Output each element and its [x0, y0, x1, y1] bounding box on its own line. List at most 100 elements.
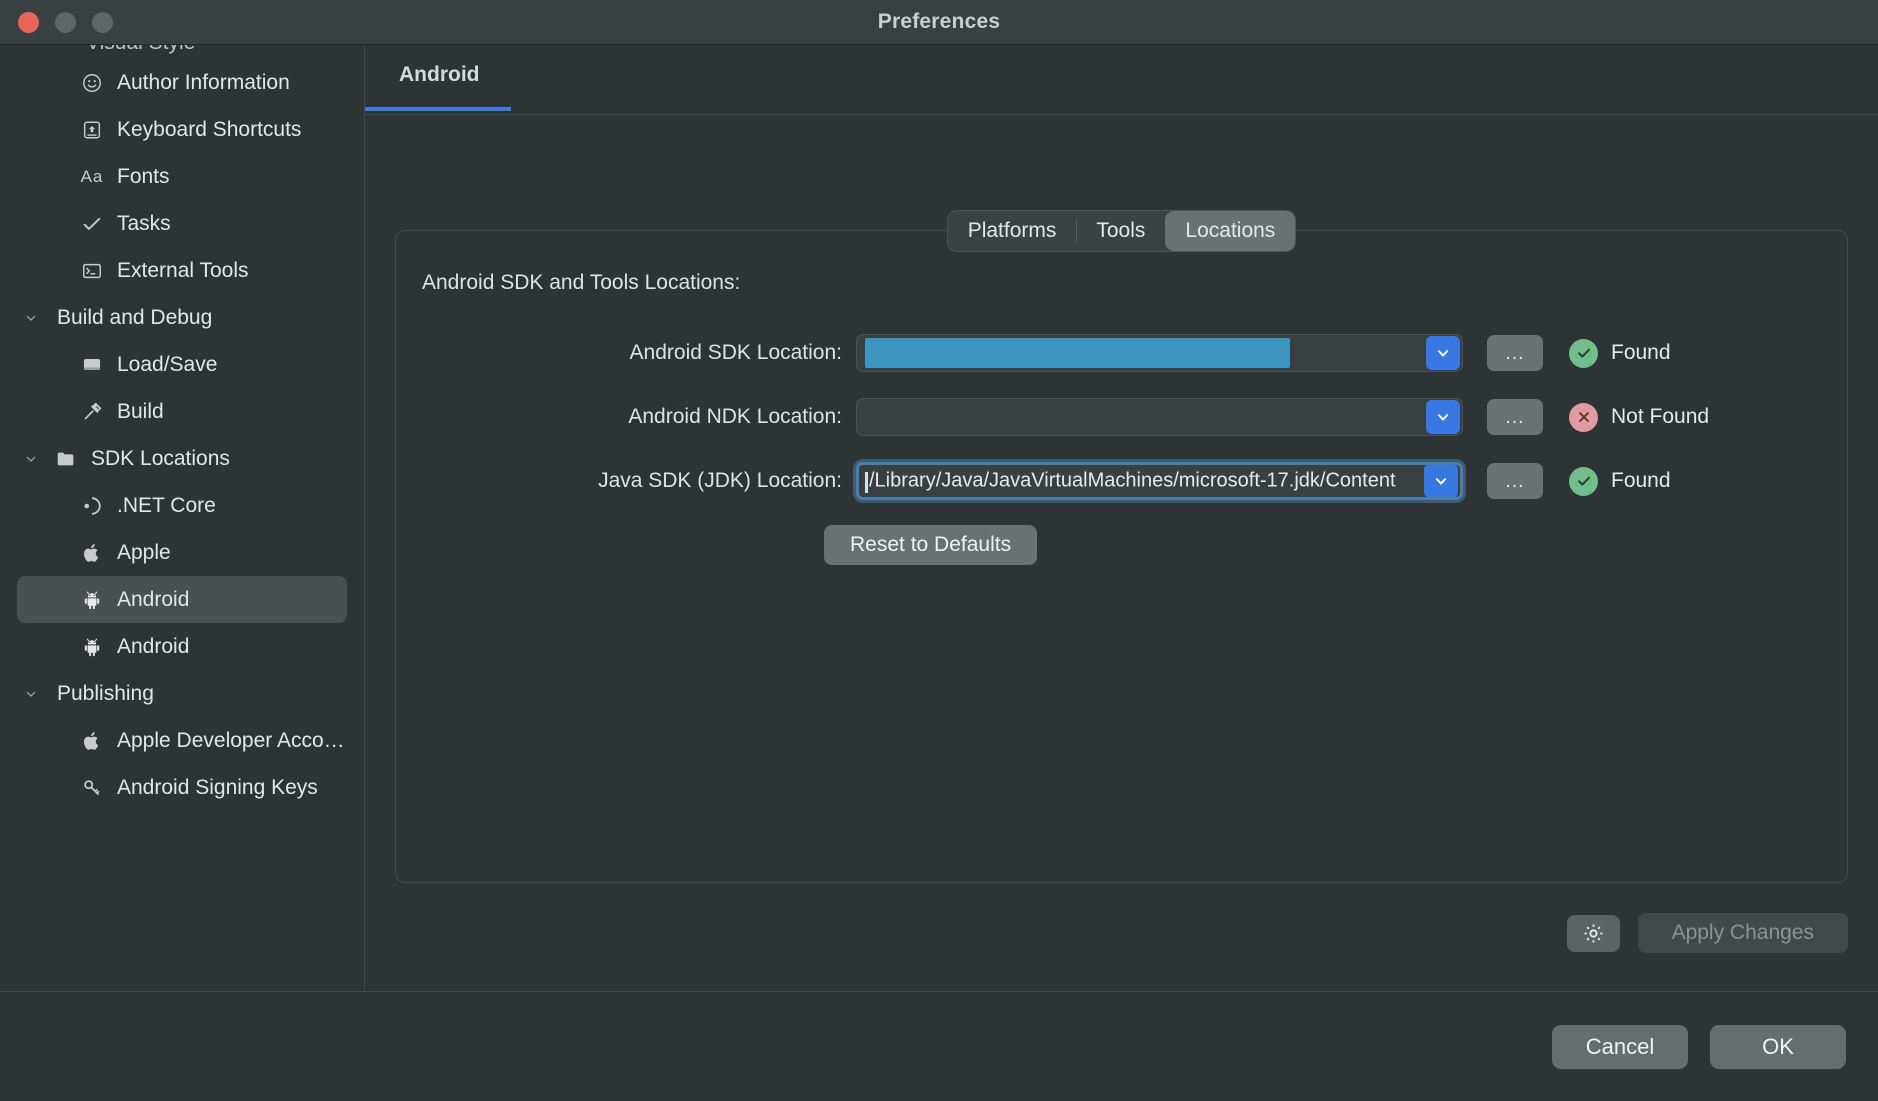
apply-changes-button[interactable]: Apply Changes — [1638, 913, 1848, 953]
sidebar-item-label: SDK Locations — [91, 447, 230, 471]
location-combobox[interactable]: /Library/Java/JavaVirtualMachines/micros… — [856, 462, 1463, 500]
titlebar: Preferences — [0, 0, 1878, 45]
keyboard-icon — [75, 119, 109, 141]
sidebar-item-label: Apple Developer Acco… — [117, 729, 345, 753]
chevron-down-icon[interactable] — [1424, 464, 1458, 498]
sidebar-item-fonts[interactable]: AaFonts — [17, 153, 347, 200]
sidebar-item-build[interactable]: Build — [17, 388, 347, 435]
segment-platforms[interactable]: Platforms — [948, 211, 1077, 251]
chevron-down-icon[interactable] — [1426, 400, 1460, 434]
check-circle-icon — [1569, 339, 1598, 368]
status-label: Not Found — [1611, 405, 1709, 429]
apple-icon — [75, 730, 109, 752]
row-label: Android SDK Location: — [396, 341, 856, 365]
preferences-window: Preferences Visual Style Author Informat… — [0, 0, 1878, 1101]
status-badge: Found — [1569, 339, 1671, 368]
row-label: Java SDK (JDK) Location: — [396, 469, 856, 493]
sidebar-item-label: Build — [117, 400, 164, 424]
sidebar-item-external-tools[interactable]: External Tools — [17, 247, 347, 294]
location-combobox[interactable] — [856, 398, 1463, 436]
sdk-locations-groupbox: Android SDK and Tools Locations: Android… — [395, 230, 1848, 883]
groupbox-title: Android SDK and Tools Locations: — [422, 271, 740, 295]
preferences-sidebar[interactable]: Visual Style Author Information Keyboard … — [0, 45, 365, 991]
chevron-down-icon[interactable] — [23, 451, 49, 467]
check-icon — [75, 213, 109, 235]
sidebar-item-android[interactable]: Android — [17, 576, 347, 623]
sidebar-item-label: Android Signing Keys — [117, 776, 318, 800]
zoom-window-icon[interactable] — [92, 12, 113, 33]
sidebar-item-load-save[interactable]: Load/Save — [17, 341, 347, 388]
chevron-down-icon[interactable] — [1426, 336, 1460, 370]
sidebar-item-android[interactable]: Android — [17, 623, 347, 670]
text-caret — [865, 472, 868, 493]
location-input[interactable] — [857, 338, 1426, 368]
tab-android[interactable]: Android — [399, 63, 479, 110]
panel-actions: Apply Changes — [1567, 913, 1848, 953]
sidebar-item-author-information[interactable]: Author Information — [17, 59, 347, 106]
status-badge: Found — [1569, 467, 1671, 496]
sidebar-item-label: Tasks — [117, 212, 171, 236]
location-input-value: /Library/Java/JavaVirtualMachines/micros… — [869, 469, 1396, 491]
key-icon — [75, 777, 109, 799]
sidebar-item-tasks[interactable]: Tasks — [17, 200, 347, 247]
sidebar-item-apple[interactable]: Apple — [17, 529, 347, 576]
locations-form: Android SDK Location: … Found Android NDK L… — [396, 321, 1847, 565]
dotnet-icon — [75, 495, 109, 517]
sidebar-item-label: Publishing — [57, 682, 154, 706]
window-title: Preferences — [0, 10, 1878, 34]
segmented-control[interactable]: PlatformsToolsLocations — [947, 210, 1297, 252]
location-combobox[interactable] — [856, 334, 1463, 372]
row-label: Android NDK Location: — [396, 405, 856, 429]
sidebar-item-label: Android — [117, 588, 189, 612]
sidebar-item-label: Build and Debug — [57, 306, 212, 330]
android-icon — [75, 589, 109, 611]
sidebar-item-android-signing-keys[interactable]: Android Signing Keys — [17, 764, 347, 811]
location-input[interactable]: /Library/Java/JavaVirtualMachines/micros… — [859, 469, 1424, 493]
chevron-down-icon[interactable] — [23, 310, 49, 326]
sidebar-item-keyboard-shortcuts[interactable]: Keyboard Shortcuts — [17, 106, 347, 153]
sidebar-item-label: Apple — [117, 541, 171, 565]
disk-icon — [75, 354, 109, 376]
gear-icon[interactable] — [1567, 915, 1620, 952]
browse-button[interactable]: … — [1487, 463, 1543, 499]
sidebar-item-sdk-locations[interactable]: SDK Locations — [17, 435, 347, 482]
segment-tools[interactable]: Tools — [1076, 211, 1165, 251]
sidebar-item-publishing[interactable]: Publishing — [17, 670, 347, 717]
close-window-icon[interactable] — [18, 12, 39, 33]
sidebar-item-visual-style-partial[interactable]: Visual Style — [0, 45, 364, 59]
main-tabbar: Android — [365, 45, 1878, 115]
cancel-button[interactable]: Cancel — [1552, 1025, 1688, 1069]
sidebar-item-net-core[interactable]: .NET Core — [17, 482, 347, 529]
main-panel: Android PlatformsToolsLocations Android … — [365, 45, 1878, 991]
reset-row: Reset to Defaults — [396, 525, 1847, 565]
chevron-down-icon[interactable] — [23, 686, 49, 702]
status-badge: Not Found — [1569, 403, 1709, 432]
status-label: Found — [1611, 341, 1671, 365]
location-row: Android SDK Location: … Found — [396, 321, 1847, 385]
x-circle-icon — [1569, 403, 1598, 432]
apple-icon — [75, 542, 109, 564]
sidebar-item-label: Android — [117, 635, 189, 659]
reset-to-defaults-button[interactable]: Reset to Defaults — [824, 525, 1037, 565]
main-content: PlatformsToolsLocations Android SDK and … — [365, 115, 1878, 991]
browse-button[interactable]: … — [1487, 335, 1543, 371]
sidebar-item-label: Author Information — [117, 71, 290, 95]
location-row: Android NDK Location: … Not Found — [396, 385, 1847, 449]
traffic-lights — [0, 12, 113, 33]
smiley-icon — [75, 72, 109, 94]
hammer-icon — [75, 401, 109, 423]
sidebar-item-apple-developer-acco[interactable]: Apple Developer Acco… — [17, 717, 347, 764]
minimize-window-icon[interactable] — [55, 12, 76, 33]
sidebar-item-build-and-debug[interactable]: Build and Debug — [17, 294, 347, 341]
segment-locations[interactable]: Locations — [1165, 211, 1295, 251]
font-icon: Aa — [75, 167, 109, 187]
status-label: Found — [1611, 469, 1671, 493]
window-body: Visual Style Author Information Keyboard … — [0, 45, 1878, 991]
sidebar-item-label: Visual Style — [86, 45, 195, 55]
android-icon — [75, 636, 109, 658]
check-circle-icon — [1569, 467, 1598, 496]
terminal-icon — [75, 260, 109, 282]
browse-button[interactable]: … — [1487, 399, 1543, 435]
sidebar-list: Author Information Keyboard ShortcutsAaFo… — [0, 59, 364, 811]
ok-button[interactable]: OK — [1710, 1025, 1846, 1069]
